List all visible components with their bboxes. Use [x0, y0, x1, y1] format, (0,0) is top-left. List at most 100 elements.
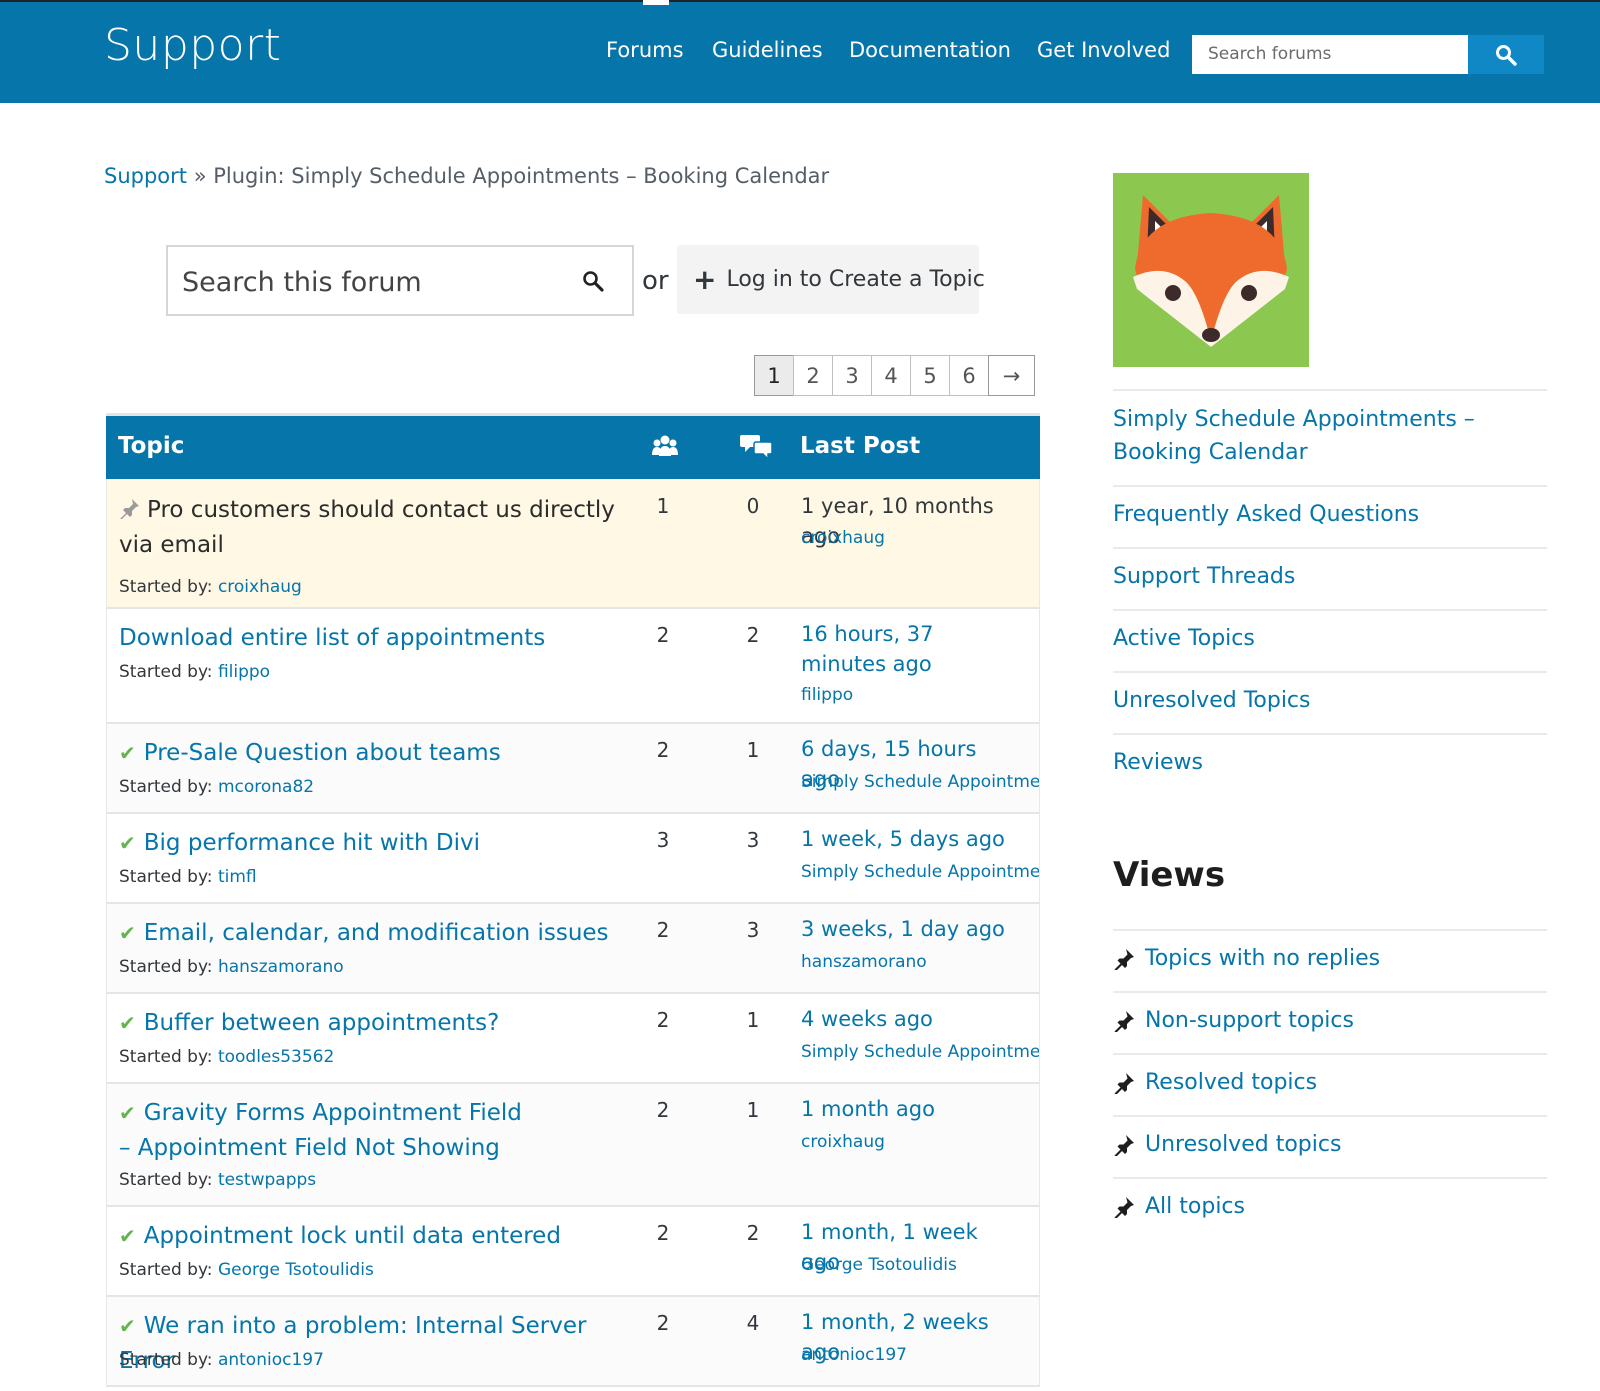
sidebar-link-active-topics[interactable]: Active Topics	[1113, 609, 1547, 671]
topic-title[interactable]: ✔ Pre-Sale Question about teams	[119, 736, 619, 771]
nav-guidelines[interactable]: Guidelines	[712, 38, 823, 62]
replies-icon	[740, 432, 774, 468]
nav-get-involved[interactable]: Get Involved	[1037, 38, 1170, 62]
view-resolved[interactable]: Resolved topics	[1113, 1053, 1547, 1115]
started-by: Started by: George Tsotoulidis	[119, 1260, 374, 1280]
topic-title-text: Email, calendar, and modification issues	[143, 920, 609, 946]
sidebar-link-faq[interactable]: Frequently Asked Questions	[1113, 485, 1547, 547]
started-by-label: Started by:	[119, 1350, 213, 1370]
reply-count: 4	[746, 1311, 760, 1335]
last-post-time[interactable]: 4 weeks ago	[801, 1004, 1021, 1034]
last-post-time[interactable]: 3 weeks, 1 day ago	[801, 914, 1021, 944]
page-2[interactable]: 2	[793, 355, 833, 396]
nav-documentation[interactable]: Documentation	[849, 38, 1011, 62]
last-post-author[interactable]: croixhaug	[801, 528, 1039, 548]
sidebar-link-label: Support Threads	[1113, 564, 1296, 589]
table-row: ✔ Gravity Forms Appointment Field – Appoi…	[106, 1084, 1040, 1207]
view-no-replies[interactable]: Topics with no replies	[1113, 929, 1547, 991]
create-topic-button[interactable]: + Log in to Create a Topic	[677, 245, 985, 314]
last-post-time[interactable]: 1 month ago	[801, 1094, 1021, 1124]
started-by: Started by: antonioc197	[119, 1350, 324, 1370]
sidebar-link-support-threads[interactable]: Support Threads	[1113, 547, 1547, 609]
started-by: Started by: filippo	[119, 662, 270, 682]
search-icon[interactable]	[582, 270, 604, 296]
view-unresolved[interactable]: Unresolved topics	[1113, 1115, 1547, 1177]
page-5[interactable]: 5	[910, 355, 950, 396]
last-post-author[interactable]: George Tsotoulidis	[801, 1255, 1039, 1275]
last-post-time[interactable]: 1 week, 5 days ago	[801, 824, 1021, 854]
next-page-arrow[interactable]: →	[988, 355, 1035, 396]
topic-title[interactable]: ✔ Big performance hit with Divi	[119, 826, 619, 861]
plugin-logo	[1113, 173, 1309, 367]
sidebar-link-label: Reviews	[1113, 750, 1203, 775]
site-title[interactable]: Support	[104, 20, 281, 71]
create-topic-label: Log in to Create a Topic	[726, 267, 985, 292]
sidebar-link-plugin[interactable]: Simply Schedule Appointments – Booking C…	[1113, 389, 1547, 485]
topic-author-link[interactable]: mcorona82	[218, 777, 314, 797]
topic-title[interactable]: ✔ Buffer between appointments?	[119, 1006, 619, 1041]
topic-title-text: Big performance hit with Divi	[143, 830, 480, 856]
breadcrumb-separator: »	[193, 164, 207, 188]
header-topic: Topic	[118, 433, 185, 459]
table-row: ✔ Big performance hit with Divi Started b…	[106, 814, 1040, 904]
topic-title-text: Pre-Sale Question about teams	[143, 740, 501, 766]
view-label: Non-support topics	[1145, 1008, 1354, 1033]
last-post-author[interactable]: Simply Schedule Appointments	[801, 772, 1039, 792]
site-header: Support Forums Guidelines Documentation …	[0, 0, 1600, 103]
header-search-button[interactable]	[1468, 35, 1544, 74]
topic-title[interactable]: ✔ Email, calendar, and modification issue…	[119, 916, 619, 951]
started-by: Started by: toodles53562	[119, 1047, 334, 1067]
reply-count: 1	[746, 1098, 760, 1122]
fox-logo-icon	[1133, 195, 1289, 347]
last-post-author[interactable]: Simply Schedule Appointments	[801, 1042, 1039, 1062]
topic-author-link[interactable]: testwpapps	[218, 1170, 316, 1190]
voice-count: 1	[656, 494, 670, 518]
page-1: 1	[754, 355, 794, 396]
table-row: ✔ Buffer between appointments? Started by…	[106, 994, 1040, 1084]
header-search-input[interactable]: Search forums	[1192, 35, 1468, 74]
resolved-check-icon: ✔	[119, 1011, 136, 1035]
topic-title[interactable]: Download entire list of appointments	[119, 621, 619, 656]
topic-author-link[interactable]: antonioc197	[218, 1350, 324, 1370]
view-all-topics[interactable]: All topics	[1113, 1177, 1547, 1239]
last-post-author[interactable]: Simply Schedule Appointments	[801, 862, 1039, 882]
topic-title[interactable]: ✔ Gravity Forms Appointment Field – Appoi…	[119, 1096, 539, 1166]
started-by-label: Started by:	[119, 867, 213, 887]
sidebar-link-reviews[interactable]: Reviews	[1113, 733, 1547, 795]
topic-title[interactable]: Pro customers should contact us directly…	[119, 493, 619, 563]
table-row: Download entire list of appointments Sta…	[106, 609, 1040, 724]
voices-icon	[652, 434, 678, 464]
voice-count: 2	[656, 1311, 670, 1335]
topic-author-link[interactable]: toodles53562	[218, 1047, 334, 1067]
sidebar-link-unresolved-topics[interactable]: Unresolved Topics	[1113, 671, 1547, 733]
last-post-author[interactable]: hanszamorano	[801, 952, 1039, 972]
view-non-support[interactable]: Non-support topics	[1113, 991, 1547, 1053]
last-post-author[interactable]: antonioc197	[801, 1345, 1039, 1365]
reply-count: 3	[746, 918, 760, 942]
topic-author-link[interactable]: croixhaug	[218, 577, 302, 597]
last-post-author[interactable]: filippo	[801, 685, 1039, 705]
views-list: Topics with no replies Non-support topic…	[1113, 929, 1547, 1239]
or-label: or	[642, 266, 669, 296]
sticky-pin-icon	[120, 499, 139, 520]
topic-title[interactable]: ✔ Appointment lock until data entered	[119, 1219, 619, 1254]
page-4[interactable]: 4	[871, 355, 911, 396]
topic-author-link[interactable]: filippo	[218, 662, 270, 682]
reply-count: 0	[746, 494, 760, 518]
view-label: All topics	[1145, 1194, 1245, 1219]
breadcrumb-support-link[interactable]: Support	[104, 164, 187, 188]
forum-search-input[interactable]: Search this forum	[166, 245, 634, 316]
page-3[interactable]: 3	[832, 355, 872, 396]
header-notch	[643, 0, 669, 5]
topic-author-link[interactable]: hanszamorano	[218, 957, 344, 977]
topic-author-link[interactable]: George Tsotoulidis	[218, 1260, 374, 1280]
nav-forums[interactable]: Forums	[606, 38, 684, 62]
view-label: Unresolved topics	[1145, 1132, 1342, 1157]
last-post-author[interactable]: croixhaug	[801, 1132, 1039, 1152]
pin-icon	[1114, 949, 1134, 970]
topic-author-link[interactable]: timfl	[218, 867, 257, 887]
last-post-time[interactable]: 16 hours, 37 minutes ago	[801, 619, 1006, 679]
page-6[interactable]: 6	[949, 355, 989, 396]
started-by: Started by: mcorona82	[119, 777, 314, 797]
voice-count: 2	[656, 1008, 670, 1032]
